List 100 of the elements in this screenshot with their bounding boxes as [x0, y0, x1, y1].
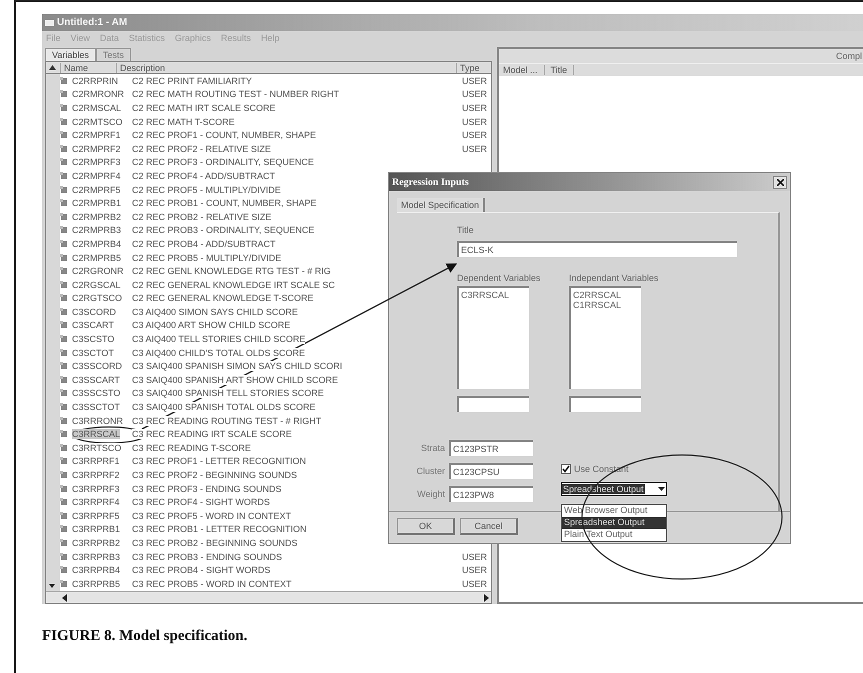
- variable-name[interactable]: C2RGRONR: [72, 266, 124, 276]
- variable-description: C3 AIQ400 ART SHOW CHILD SCORE: [132, 320, 290, 330]
- variable-icon: [60, 335, 68, 344]
- input-field[interactable]: [457, 396, 529, 412]
- dialog-button[interactable]: OK: [397, 518, 455, 535]
- column-header[interactable]: Type: [456, 62, 491, 72]
- variable-description: C2 REC PRINT FAMILIARITY: [132, 76, 252, 86]
- caret-icon[interactable]: [657, 486, 666, 492]
- variable-name[interactable]: C3SSCART: [72, 374, 120, 385]
- output-dropdown[interactable]: Spreadsheet Output: [561, 482, 667, 496]
- dropdown-option[interactable]: Spreadsheet Output: [562, 517, 666, 529]
- variable-name[interactable]: C3SCSTO: [72, 334, 114, 344]
- variable-name[interactable]: C2RMPRB2: [72, 212, 122, 222]
- variable-name[interactable]: C3SCTOT: [72, 348, 114, 358]
- variable-name[interactable]: C3RRPRB4: [72, 565, 120, 576]
- variable-name[interactable]: C3RRPRF3: [72, 484, 120, 494]
- variable-name[interactable]: C2RMPRF3: [72, 157, 121, 168]
- variable-name[interactable]: C2RMPRB5: [72, 252, 122, 263]
- variable-icon: [60, 131, 68, 140]
- variable-description: C3 REC PROF5 - WORD IN CONTEXT: [132, 510, 292, 521]
- variable-name[interactable]: C2RMPRF1: [72, 130, 121, 140]
- variable-description: C2 REC PROF4 - ADD/SUBTRACT: [132, 170, 276, 181]
- scroll-left-icon[interactable]: [62, 594, 68, 602]
- variable-list[interactable]: C3RRSCAL: [457, 286, 529, 389]
- close-button[interactable]: [773, 176, 787, 188]
- sort-up-icon[interactable]: [49, 65, 56, 70]
- variable-icon: [60, 444, 68, 452]
- variable-icon: [60, 457, 68, 466]
- variable-name[interactable]: C2RMPRB4: [72, 238, 122, 249]
- variable-icon: [60, 267, 68, 276]
- variable-description: C3 REC PROF3 - ENDING SOUNDS: [132, 484, 282, 494]
- variable-name[interactable]: C3RRPRB2: [72, 538, 120, 548]
- variable-description: C2 REC MATH IRT SCALE SCORE: [132, 102, 276, 113]
- variable-description: C2 REC GENERAL KNOWLEDGE T-SCORE: [132, 293, 314, 304]
- field-label: Cluster: [415, 466, 445, 476]
- variable-description: C3 AIQ400 CHILD'S TOTAL OLDS SCORE: [132, 348, 305, 358]
- variable-icon: [60, 76, 68, 85]
- variable-description: C2 REC MATH ROUTING TEST - NUMBER RIGHT: [132, 89, 340, 100]
- variable-name[interactable]: C3SSCSTO: [72, 388, 120, 398]
- variable-name[interactable]: C2RMPRF2: [72, 144, 121, 154]
- variable-name[interactable]: C3RRTSCO: [72, 442, 122, 453]
- variable-name[interactable]: C2RMPRF5: [72, 184, 121, 195]
- variable-name[interactable]: C3RRPRB1: [72, 524, 120, 534]
- variable-description: C2 REC PROB3 - ORDINALITY, SEQUENCE: [132, 225, 314, 236]
- variable-name[interactable]: C3SCART: [72, 320, 114, 330]
- tab[interactable]: Model Specification: [397, 198, 486, 212]
- dialog-title: Regression Inputs: [392, 176, 469, 188]
- variable-name[interactable]: C3RRPRF5: [72, 510, 120, 521]
- title-field[interactable]: ECLS-K: [457, 241, 737, 257]
- variable-icon: [60, 566, 68, 574]
- variable-name[interactable]: C2RMRONR: [72, 89, 124, 100]
- input-field[interactable]: C123PSTR: [449, 440, 533, 456]
- variable-description: C3 REC READING ROUTING TEST - # RIGHT: [132, 416, 322, 426]
- variable-name[interactable]: C2RMPRF4: [72, 170, 121, 181]
- tab[interactable]: Variables: [45, 48, 96, 61]
- variable-description: C3 REC READING IRT SCALE SCORE: [132, 429, 292, 440]
- variable-name[interactable]: C3RRPRB3: [72, 552, 120, 562]
- list-item[interactable]: C2RRSCAL: [573, 290, 639, 300]
- variable-name[interactable]: C3RRPRF2: [72, 470, 120, 480]
- variable-icon: [60, 90, 68, 98]
- variable-name[interactable]: C3RRPRF4: [72, 497, 120, 508]
- variable-name[interactable]: C3RRRONR: [72, 416, 124, 426]
- variable-description: C2 REC GENL KNOWLEDGE RTG TEST - # RIG: [132, 266, 331, 276]
- input-field[interactable]: C123CPSU: [449, 463, 533, 479]
- checkbox[interactable]: [561, 464, 571, 474]
- variable-list[interactable]: C2RRSCAL C1RRSCAL: [569, 286, 641, 389]
- variable-name[interactable]: C3SSCTOT: [72, 402, 120, 412]
- variable-name[interactable]: C2RGTSCO: [72, 293, 122, 304]
- variable-name[interactable]: C2RRPRIN: [72, 76, 118, 86]
- variable-name[interactable]: C3SSCORD: [72, 361, 122, 372]
- variable-description: C3 SAIQ400 SPANISH TELL STORIES SCORE: [132, 388, 324, 398]
- list-item[interactable]: C3RRSCAL: [461, 290, 527, 300]
- variable-type: USER: [462, 76, 488, 86]
- variable-name[interactable]: C3RRSCAL: [72, 429, 120, 440]
- column-header[interactable]: Name: [60, 62, 116, 72]
- variable-icon: [60, 376, 68, 384]
- input-field[interactable]: [569, 396, 641, 412]
- variable-name[interactable]: C3RRPRF1: [72, 456, 120, 466]
- figure-caption: FIGURE 8. Model specification.: [42, 628, 248, 645]
- variable-icon: [60, 240, 68, 248]
- variable-icon: [60, 158, 68, 166]
- variable-icon: [60, 430, 68, 438]
- variable-name[interactable]: C2RMSCAL: [72, 102, 122, 113]
- variable-icon: [60, 552, 68, 561]
- column-header[interactable]: Title: [550, 65, 574, 75]
- column-header[interactable]: Description: [116, 62, 456, 72]
- list-item[interactable]: C1RRSCAL: [573, 300, 639, 310]
- variable-name[interactable]: C2RGSCAL: [72, 280, 121, 290]
- variable-name[interactable]: C3SCORD: [72, 306, 116, 317]
- field-label: Strata: [420, 443, 445, 453]
- variable-icon: [60, 254, 68, 262]
- variable-name[interactable]: C3RRPRB5: [72, 578, 120, 589]
- column-header[interactable]: Model ...: [503, 65, 545, 75]
- variable-name[interactable]: C2RMPRB3: [72, 225, 122, 236]
- dialog-button[interactable]: Cancel: [460, 518, 518, 535]
- input-field[interactable]: C123PW8: [449, 486, 533, 502]
- variable-description: C3 REC PROB2 - BEGINNING SOUNDS: [132, 538, 298, 548]
- scroll-right-icon[interactable]: [483, 594, 489, 602]
- variable-name[interactable]: C2RMTSCO: [72, 116, 123, 127]
- variable-name[interactable]: C2RMPRB1: [72, 198, 122, 208]
